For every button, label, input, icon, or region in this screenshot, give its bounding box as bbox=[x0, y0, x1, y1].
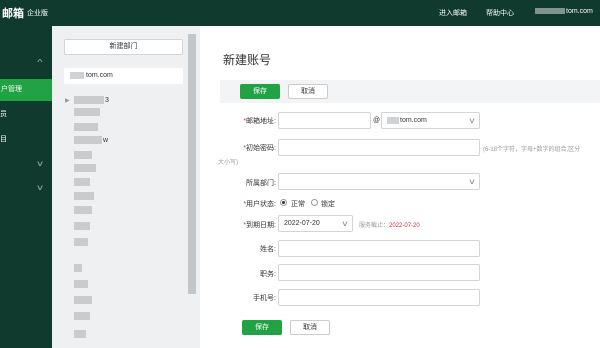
expiry-date-select[interactable]: 2022-07-20 v bbox=[278, 215, 353, 232]
status-normal-radio[interactable] bbox=[280, 199, 287, 206]
dept-tree-row[interactable] bbox=[74, 296, 93, 306]
at-symbol: @ bbox=[373, 117, 381, 124]
status-normal-label[interactable]: 正常 bbox=[291, 199, 305, 209]
expiry-date-label: *到期日期: bbox=[243, 222, 276, 229]
status-locked-radio[interactable] bbox=[311, 199, 318, 206]
phone-label: 手机号: bbox=[253, 295, 276, 302]
nav-item-members[interactable]: 员 bbox=[0, 109, 7, 119]
bottom-cancel-button[interactable]: 取消 bbox=[290, 320, 330, 335]
email-label: *邮箱地址: bbox=[243, 118, 276, 125]
edition-label: 企业版 bbox=[27, 10, 48, 17]
service-end-note: 服务截止：2022-07-20 bbox=[359, 223, 420, 229]
dept-tree-row[interactable] bbox=[74, 164, 97, 174]
dept-tree-row[interactable] bbox=[74, 238, 89, 248]
position-field[interactable] bbox=[278, 264, 480, 281]
status-locked-label[interactable]: 锁定 bbox=[321, 199, 335, 209]
help-center-link[interactable]: 帮助中心 bbox=[486, 8, 514, 18]
chevron-down-icon: v bbox=[342, 219, 348, 228]
dept-tree-row[interactable] bbox=[74, 192, 95, 202]
email-domain-select[interactable]: tom.com v bbox=[381, 112, 480, 129]
dept-tree-row[interactable]: 3 bbox=[74, 96, 109, 106]
cancel-button[interactable]: 取消 bbox=[288, 84, 328, 99]
dept-tree-row[interactable]: w bbox=[74, 136, 108, 146]
name-field[interactable] bbox=[278, 240, 480, 257]
chevron-down-icon: v bbox=[469, 116, 475, 125]
app-logo: 邮箱 bbox=[2, 8, 24, 20]
dept-tree-row[interactable] bbox=[74, 151, 93, 161]
dept-tree-row[interactable] bbox=[74, 312, 91, 322]
chevron-down-icon[interactable]: v bbox=[37, 159, 43, 168]
main-panel: 新建账号 保存 取消 *邮箱地址: @ tom.com v *初始密码: (6-… bbox=[200, 26, 600, 348]
redacted-domain-prefix bbox=[387, 116, 399, 124]
department-select[interactable]: v bbox=[278, 173, 480, 190]
expand-arrow-icon[interactable]: ▶ bbox=[65, 97, 70, 104]
new-department-button[interactable]: 新建部门 bbox=[64, 39, 183, 55]
dept-panel-scrollbar[interactable] bbox=[188, 34, 196, 294]
dept-tree-row[interactable] bbox=[74, 264, 83, 274]
phone-field[interactable] bbox=[278, 289, 480, 306]
chevron-down-icon[interactable]: v bbox=[37, 183, 43, 192]
name-label: 姓名: bbox=[260, 246, 276, 253]
password-field[interactable] bbox=[278, 139, 480, 156]
password-hint-continued: 大小写) bbox=[218, 160, 238, 166]
user-domain: tom.com bbox=[566, 8, 593, 15]
save-button[interactable]: 保存 bbox=[240, 84, 280, 99]
dept-tree-row[interactable] bbox=[74, 206, 93, 216]
page-title: 新建账号 bbox=[223, 53, 272, 67]
bottom-save-button[interactable]: 保存 bbox=[242, 320, 282, 335]
dept-tree-row[interactable] bbox=[74, 222, 91, 232]
email-field[interactable] bbox=[278, 112, 371, 129]
top-bar: 邮箱 企业版 进入邮箱 帮助中心 tom.com bbox=[0, 0, 600, 26]
dept-tree-row[interactable] bbox=[74, 178, 91, 188]
nav-item-user-management[interactable]: 户管理 bbox=[0, 79, 52, 101]
dept-tree-row[interactable] bbox=[74, 108, 101, 118]
enter-mailbox-link[interactable]: 进入邮箱 bbox=[439, 8, 467, 18]
chevron-up-icon[interactable]: ^ bbox=[37, 58, 42, 67]
user-status-label: *用户状态: bbox=[243, 201, 276, 208]
dept-tree-root[interactable]: tom.com bbox=[64, 68, 183, 84]
position-label: 职务: bbox=[260, 271, 276, 278]
form-toolbar: 保存 取消 bbox=[220, 80, 600, 103]
department-panel: 新建部门 tom.com ▶ 3 w bbox=[52, 26, 200, 348]
password-label: *初始密码: bbox=[243, 145, 276, 152]
dept-tree-row[interactable] bbox=[74, 330, 87, 340]
user-account-menu[interactable]: tom.com bbox=[535, 8, 593, 15]
root-domain-label: tom.com bbox=[86, 72, 113, 79]
dept-tree-row[interactable] bbox=[74, 123, 99, 133]
redacted-username bbox=[535, 8, 565, 15]
nav-item-directory[interactable]: 目 bbox=[0, 134, 7, 144]
redacted-domain-prefix bbox=[70, 71, 84, 79]
dept-tree-row[interactable] bbox=[74, 280, 89, 290]
chevron-down-icon: v bbox=[469, 177, 475, 186]
left-navigation: ^ 户管理 员 目 v v bbox=[0, 26, 52, 348]
password-hint: (6-18个字符，字母+数字的组合,区分 bbox=[483, 147, 581, 153]
department-label: 所属部门: bbox=[246, 180, 276, 187]
